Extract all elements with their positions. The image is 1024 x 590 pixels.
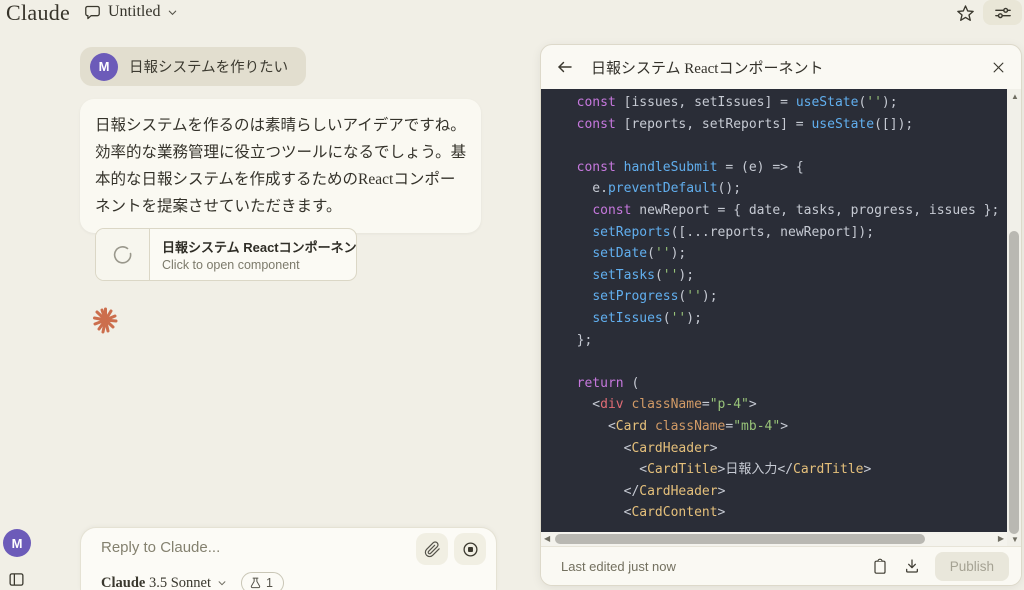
- artifact-panel-footer: Last edited just now Publish: [541, 546, 1021, 585]
- star-conversation-button[interactable]: [951, 1, 979, 25]
- account-avatar[interactable]: M: [3, 529, 31, 557]
- model-name: Claude 3.5 Sonnet: [101, 575, 211, 590]
- download-icon: [904, 558, 920, 574]
- artifact-count-pill[interactable]: 1: [240, 572, 284, 590]
- scroll-down-icon[interactable]: ▼: [1011, 536, 1019, 544]
- scroll-right-icon[interactable]: ▶: [998, 535, 1004, 543]
- arrow-left-icon: [556, 58, 574, 76]
- capture-icon: [462, 541, 479, 558]
- composer: Claude 3.5 Sonnet 1: [80, 527, 497, 590]
- artifact-panel: 日報システム Reactコンポーネント const [issues, setIs…: [540, 44, 1022, 586]
- spinner-icon: [113, 245, 133, 265]
- screen-capture-button[interactable]: [454, 533, 486, 565]
- chat-bubble-icon: [84, 4, 101, 21]
- artifact-count: 1: [265, 576, 273, 590]
- scroll-left-icon[interactable]: ◀: [544, 535, 550, 543]
- conversation-picker[interactable]: Untitled: [84, 3, 178, 21]
- artifact-panel-header: 日報システム Reactコンポーネント: [541, 45, 1021, 89]
- model-selector[interactable]: Claude 3.5 Sonnet 1: [101, 572, 284, 590]
- message-input[interactable]: [101, 539, 391, 556]
- chevron-down-icon: [167, 7, 178, 18]
- copy-button[interactable]: [867, 553, 893, 579]
- sidebar-toggle-button[interactable]: [6, 569, 26, 589]
- close-panel-button[interactable]: [991, 60, 1006, 75]
- artifact-meta: 日報システム Reactコンポーネント Click to open compon…: [150, 229, 357, 280]
- claude-logo: Claude: [6, 0, 71, 25]
- vertical-scrollbar-thumb[interactable]: [1009, 231, 1019, 534]
- last-edited-status: Last edited just now: [561, 558, 676, 574]
- code-editor[interactable]: const [issues, setIssues] = useState('')…: [541, 89, 1007, 532]
- horizontal-scrollbar-thumb[interactable]: [555, 534, 925, 544]
- model-version: 3.5 Sonnet: [148, 574, 211, 590]
- back-button[interactable]: [556, 58, 574, 76]
- artifact-preview-card[interactable]: 日報システム Reactコンポーネント Click to open compon…: [95, 228, 357, 281]
- flask-icon: [250, 577, 261, 589]
- claude-starburst-icon: [92, 306, 119, 335]
- artifact-loading-cell: [96, 229, 150, 280]
- clipboard-icon: [872, 558, 888, 575]
- assistant-message-text: 日報システムを作るのは素晴らしいアイデアですね。効率的な業務管理に役立つツールに…: [95, 117, 467, 215]
- user-message: M 日報システムを作りたい: [80, 47, 307, 86]
- close-icon: [991, 60, 1006, 75]
- artifact-panel-title: 日報システム Reactコンポーネント: [591, 60, 824, 77]
- user-avatar: M: [90, 52, 118, 81]
- attach-file-button[interactable]: [416, 533, 448, 565]
- download-button[interactable]: [899, 553, 925, 579]
- artifact-title: 日報システム Reactコンポーネント: [162, 240, 357, 255]
- user-message-text: 日報システムを作りたい: [129, 60, 289, 76]
- paperclip-icon: [424, 540, 441, 558]
- model-brand: Claude: [101, 574, 146, 590]
- sidebar-toggle-icon: [8, 571, 25, 588]
- publish-button[interactable]: Publish: [934, 551, 1009, 581]
- assistant-message: 日報システムを作るのは素晴らしいアイデアですね。効率的な業務管理に役立つツールに…: [80, 99, 481, 233]
- vertical-scrollbar[interactable]: ▲ ▼: [1007, 89, 1021, 548]
- chevron-down-icon: [217, 578, 227, 588]
- sliders-icon: [994, 5, 1012, 21]
- conversation-title: Untitled: [108, 3, 161, 20]
- artifact-subtitle: Click to open component: [162, 258, 300, 272]
- code-content: const [issues, setIssues] = useState('')…: [561, 95, 1000, 521]
- star-icon: [956, 4, 975, 23]
- scroll-up-icon[interactable]: ▲: [1011, 93, 1019, 101]
- horizontal-scrollbar[interactable]: ◀ ▶: [541, 532, 1007, 546]
- settings-button[interactable]: [983, 0, 1022, 25]
